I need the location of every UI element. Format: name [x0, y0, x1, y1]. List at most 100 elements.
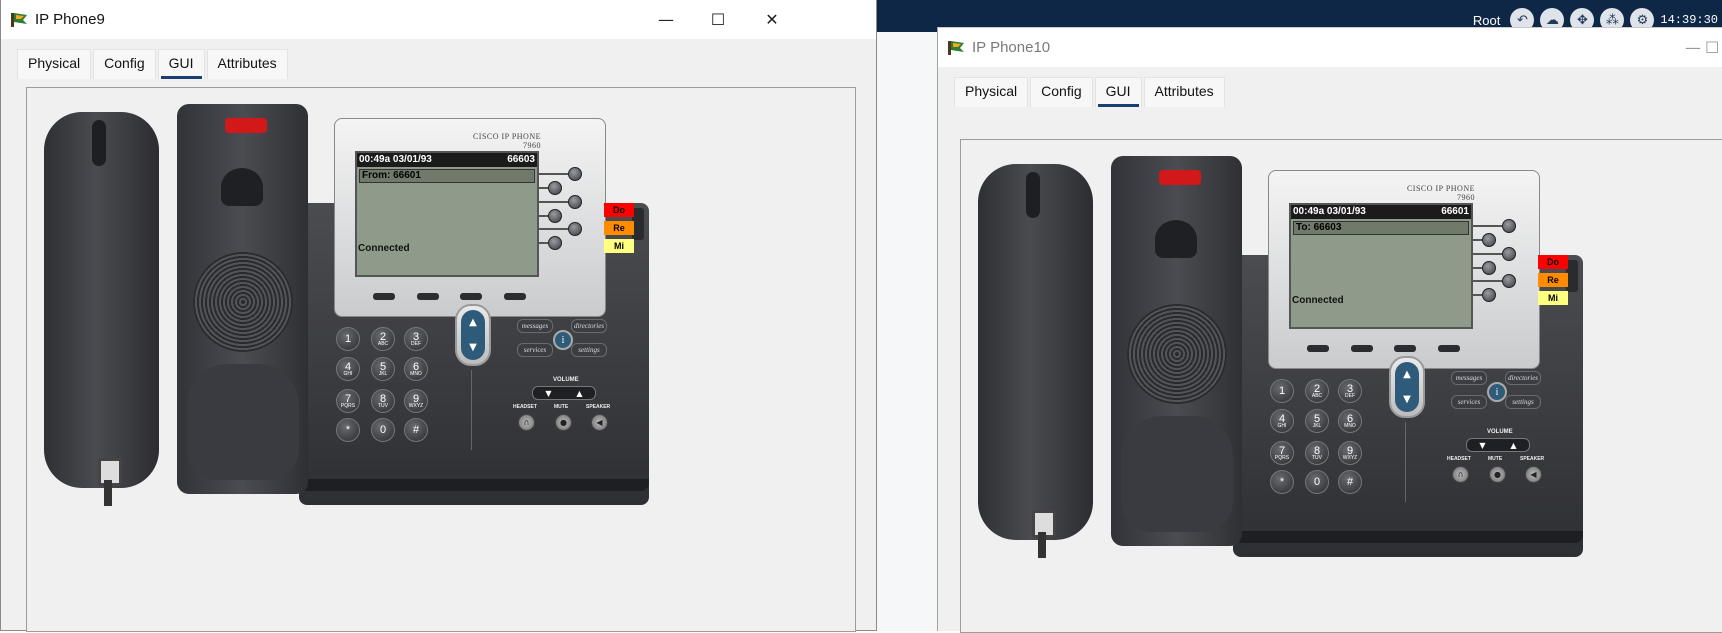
line-button-5[interactable] [568, 222, 582, 236]
nav-up-arrow-icon[interactable]: ▲ [469, 317, 477, 328]
softkey-4[interactable] [504, 293, 526, 300]
speaker-button[interactable]: ◀ [1525, 466, 1542, 483]
mute-button[interactable]: ● [555, 414, 572, 431]
hook-switch[interactable] [221, 168, 263, 206]
key-5[interactable]: 5 JKL [371, 357, 395, 381]
nav-down-arrow-icon[interactable]: ▼ [469, 342, 477, 353]
navigation-pad: ▲ ▼ [455, 304, 491, 366]
key-star[interactable]: * [1270, 470, 1294, 494]
messages-button[interactable]: messages [1451, 371, 1487, 385]
tab-physical[interactable]: Physical [954, 77, 1029, 107]
softkey-1[interactable] [373, 293, 395, 300]
key-9[interactable]: 9 WXYZ [1338, 441, 1362, 465]
settings-button[interactable]: settings [571, 343, 607, 357]
line-button-4[interactable] [1482, 261, 1496, 275]
key-pound[interactable]: # [404, 418, 428, 442]
key-0[interactable]: 0 [371, 418, 395, 442]
softkey-2[interactable] [417, 293, 439, 300]
line-button-2[interactable] [548, 181, 562, 195]
side-button-do[interactable]: Do [1538, 255, 1568, 269]
line-button-1[interactable] [568, 167, 582, 181]
tab-attributes[interactable]: Attributes [1143, 77, 1225, 107]
maximize-button[interactable]: ☐ [690, 0, 746, 38]
headset-button[interactable]: ∩ [1452, 466, 1469, 483]
line-button-3[interactable] [568, 195, 582, 209]
key-1[interactable]: 1 [336, 327, 360, 351]
handset[interactable] [978, 164, 1093, 558]
key-star[interactable]: * [336, 418, 360, 442]
softkey-1[interactable] [1307, 345, 1329, 352]
tab-attributes[interactable]: Attributes [206, 49, 288, 79]
volume-up-icon[interactable]: ▲ [1510, 441, 1516, 450]
line-button-2[interactable] [1482, 233, 1496, 247]
softkey-4[interactable] [1438, 345, 1460, 352]
line-button-1[interactable] [1502, 219, 1516, 233]
key-2[interactable]: 2 ABC [371, 327, 395, 351]
nav-down-arrow-icon[interactable]: ▼ [1403, 394, 1411, 405]
line-button-6[interactable] [548, 236, 562, 250]
key-5[interactable]: 5 JKL [1305, 409, 1329, 433]
mute-button[interactable]: ● [1489, 466, 1506, 483]
handset[interactable] [44, 112, 159, 506]
volume-down-icon[interactable]: ▼ [1479, 441, 1485, 450]
tab-physical[interactable]: Physical [17, 49, 92, 79]
softkey-2[interactable] [1351, 345, 1373, 352]
volume-up-icon[interactable]: ▲ [576, 389, 582, 398]
key-2[interactable]: 2 ABC [1305, 379, 1329, 403]
brand-label: CISCO IP PHONE 7960 [473, 132, 541, 150]
maximize-button[interactable]: ☐ [1705, 28, 1722, 66]
services-button[interactable]: services [1451, 395, 1487, 409]
key-8[interactable]: 8 TUV [371, 389, 395, 413]
tab-gui[interactable]: GUI [157, 49, 205, 79]
nav-up-arrow-icon[interactable]: ▲ [1403, 369, 1411, 380]
key-letters: TUV [1312, 454, 1322, 461]
key-pound[interactable]: # [1338, 470, 1362, 494]
close-button[interactable]: ✕ [744, 0, 800, 38]
title-bar[interactable]: IP Phone9 — ☐ ✕ [1, 0, 876, 38]
directories-button[interactable]: directories [1505, 371, 1541, 385]
root-label[interactable]: Root [1473, 13, 1500, 28]
line-button-5[interactable] [1502, 274, 1516, 288]
key-7[interactable]: 7 PQRS [1270, 441, 1294, 465]
key-9[interactable]: 9 WXYZ [404, 389, 428, 413]
softkey-3[interactable] [1394, 345, 1416, 352]
line-button-6[interactable] [1482, 288, 1496, 302]
headset-button[interactable]: ∩ [518, 414, 535, 431]
title-bar[interactable]: IP Phone10 — ☐ [938, 28, 1722, 66]
key-8[interactable]: 8 TUV [1305, 441, 1329, 465]
line-button-3[interactable] [1502, 247, 1516, 261]
minimize-button[interactable]: — [638, 0, 694, 38]
packet-tracer-app-icon [11, 13, 27, 27]
key-4[interactable]: 4 GHI [336, 357, 360, 381]
directories-button[interactable]: directories [571, 319, 607, 333]
softkey-3[interactable] [460, 293, 482, 300]
key-3[interactable]: 3 DEF [1338, 379, 1362, 403]
line-button-4[interactable] [548, 209, 562, 223]
cradle-rest [187, 364, 299, 480]
info-button[interactable]: i [1487, 382, 1507, 402]
info-button[interactable]: i [553, 330, 573, 350]
side-button-mi[interactable]: Mi [604, 239, 634, 253]
side-button-re[interactable]: Re [604, 221, 634, 235]
key-3[interactable]: 3 DEF [404, 327, 428, 351]
volume-down-icon[interactable]: ▼ [545, 389, 551, 398]
key-4[interactable]: 4 GHI [1270, 409, 1294, 433]
side-button-re[interactable]: Re [1538, 273, 1568, 287]
settings-button[interactable]: settings [1505, 395, 1541, 409]
tab-config[interactable]: Config [1030, 77, 1093, 107]
messages-button[interactable]: messages [517, 319, 553, 333]
speaker-button[interactable]: ◀ [591, 414, 608, 431]
hook-switch[interactable] [1155, 220, 1197, 258]
key-1[interactable]: 1 [1270, 379, 1294, 403]
key-0[interactable]: 0 [1305, 470, 1329, 494]
key-7[interactable]: 7 PQRS [336, 389, 360, 413]
side-button-mi[interactable]: Mi [1538, 291, 1568, 305]
key-6[interactable]: 6 MNO [1338, 409, 1362, 433]
key-6[interactable]: 6 MNO [404, 357, 428, 381]
key-letters: MNO [1344, 422, 1356, 429]
side-button-do[interactable]: Do [604, 203, 634, 217]
services-button[interactable]: services [517, 343, 553, 357]
tab-gui[interactable]: GUI [1094, 77, 1142, 107]
tab-config[interactable]: Config [93, 49, 156, 79]
message-waiting-light [1159, 170, 1201, 185]
